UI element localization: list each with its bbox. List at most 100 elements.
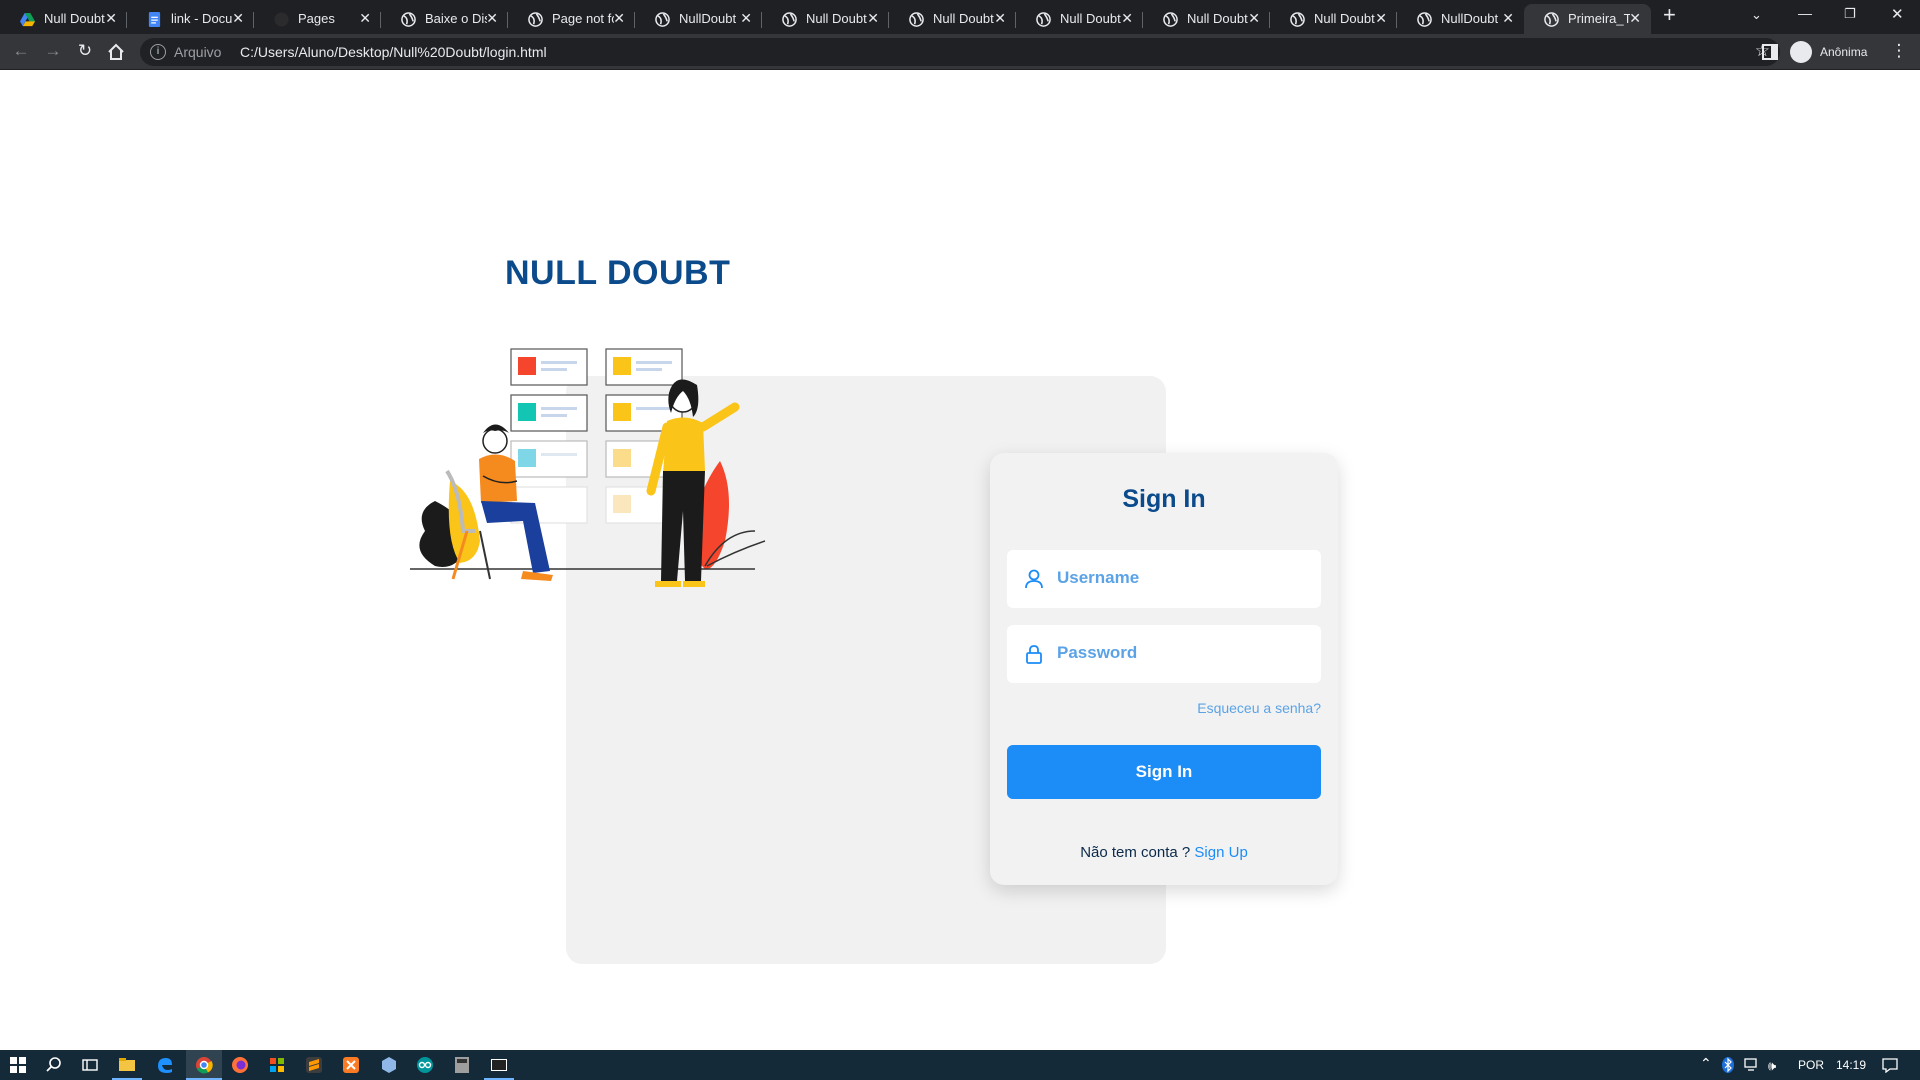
side-panel-icon[interactable] [1762,44,1778,60]
close-tab-icon[interactable]: ✕ [105,10,117,27]
task-view-icon[interactable] [81,1056,99,1074]
back-arrow-icon[interactable]: ← [10,40,32,62]
close-tab-icon[interactable]: ✕ [740,10,752,27]
minimize-icon[interactable]: — [1798,5,1812,21]
virtualbox-icon[interactable] [380,1056,398,1074]
forgot-password-link[interactable]: Esqueceu a senha? [1197,700,1321,716]
close-tab-icon[interactable]: ✕ [1629,10,1641,27]
site-info-icon[interactable]: i [150,44,166,60]
new-tab-plus-icon[interactable]: + [1663,2,1676,28]
forward-arrow-icon[interactable]: → [42,40,64,62]
sign-up-link[interactable]: Sign Up [1194,844,1247,861]
notifications-icon[interactable] [1882,1057,1898,1073]
tab-7[interactable]: Null Doubt ✕ [762,4,889,34]
menu-kebab-icon[interactable]: ⋮ [1888,40,1910,62]
address-url[interactable]: C:/Users/Aluno/Desktop/Null%20Doubt/logi… [240,44,547,60]
arduino-icon[interactable] [416,1056,434,1074]
windows-taskbar: ⌃ 🕪 POR 14:19 [0,1050,1920,1080]
close-tab-icon[interactable]: ✕ [232,10,244,27]
people-illustration [410,348,766,587]
globe-icon [1290,12,1305,27]
tab-title: Null Doubt [1060,11,1121,26]
tab-11[interactable]: Null Doubt ✕ [1270,4,1397,34]
tab-1[interactable]: Null Doubt ✕ [0,4,127,34]
tab-search-chevron-icon[interactable]: ⌄ [1751,7,1762,23]
tab-title: Pages [298,11,335,26]
tab-12[interactable]: NullDoubt ✕ [1397,4,1524,34]
username-placeholder: Username [1057,568,1140,587]
user-icon [1025,569,1043,589]
chrome-icon[interactable] [195,1056,213,1074]
close-tab-icon[interactable]: ✕ [1375,10,1387,27]
google-docs-icon [148,12,161,27]
close-tab-icon[interactable]: ✕ [1248,10,1260,27]
reload-icon[interactable]: ↻ [74,40,96,62]
windows-start-icon[interactable] [9,1056,27,1074]
tab-title: Null Doubt [806,11,867,26]
browser-tab-strip: Null Doubt ✕ link - Docum ✕ Pages ✕ Baix… [0,0,1920,34]
incognito-icon [1790,41,1812,63]
brand-title: NULL DOUBT [505,254,731,292]
input-language[interactable]: POR [1798,1058,1824,1072]
sign-in-button[interactable]: Sign In [1007,745,1321,799]
bluetooth-icon[interactable] [1722,1057,1734,1073]
tab-2[interactable]: link - Docum ✕ [127,4,254,34]
password-field[interactable]: Password [1007,625,1321,683]
close-tab-icon[interactable]: ✕ [994,10,1006,27]
tab-4[interactable]: Baixe o Disc ✕ [381,4,508,34]
incognito-profile-button[interactable]: Anônima [1790,40,1867,64]
close-tab-icon[interactable]: ✕ [1502,10,1514,27]
github-icon [274,12,289,27]
home-icon[interactable] [106,42,126,62]
login-card: Sign In Username Password Esqueceu a sen… [990,453,1338,885]
close-tab-icon[interactable]: ✕ [613,10,625,27]
7zip-icon[interactable] [490,1056,508,1074]
address-bar[interactable]: i Arquivo C:/Users/Aluno/Desktop/Null%20… [140,38,1780,66]
tab-3[interactable]: Pages ✕ [254,4,381,34]
tab-13-active[interactable]: Primeira_Te ✕ [1524,4,1651,34]
username-field[interactable]: Username [1007,550,1321,608]
tab-9[interactable]: Null Doubt ✕ [1016,4,1143,34]
lock-icon [1026,645,1042,664]
browser-toolbar: ← → ↻ i Arquivo C:/Users/Aluno/Desktop/N… [0,34,1920,70]
tab-6[interactable]: NullDoubt ✕ [635,4,762,34]
profile-label: Anônima [1820,45,1868,59]
globe-icon [782,12,797,27]
page-viewport: NULL DOUBT Sign In Username Password Esq… [0,71,1920,1050]
volume-icon[interactable]: 🕪 [1768,1058,1776,1074]
calculator-icon[interactable] [453,1056,471,1074]
xampp-icon[interactable] [342,1056,360,1074]
tab-title: link - Docum [171,11,233,26]
tab-5[interactable]: Page not fo ✕ [508,4,635,34]
globe-icon [1036,12,1051,27]
show-hidden-icons-icon[interactable]: ⌃ [1700,1055,1712,1072]
microsoft-store-icon[interactable] [268,1056,286,1074]
restore-icon[interactable]: ❐ [1844,6,1856,22]
sublime-text-icon[interactable] [305,1056,323,1074]
system-tray: ⌃ 🕪 POR 14:19 [1700,1050,1920,1080]
edge-icon[interactable] [156,1056,174,1074]
tab-title: Null Doubt [933,11,994,26]
clock-time[interactable]: 14:19 [1836,1058,1866,1072]
globe-icon [1417,12,1432,27]
tab-10[interactable]: Null Doubt ✕ [1143,4,1270,34]
close-tab-icon[interactable]: ✕ [486,10,498,27]
tab-title: Null Doubt [1314,11,1375,26]
network-icon[interactable] [1744,1058,1760,1072]
task-cards [510,348,683,524]
close-window-icon[interactable]: ✕ [1891,5,1904,23]
globe-icon [909,12,924,27]
globe-icon [655,12,670,27]
globe-icon [1163,12,1178,27]
tab-title: Baixe o Disc [425,11,487,26]
file-explorer-icon[interactable] [118,1056,136,1074]
search-icon[interactable] [45,1056,63,1074]
globe-icon [528,12,543,27]
firefox-icon[interactable] [231,1056,249,1074]
tab-8[interactable]: Null Doubt ✕ [889,4,1016,34]
close-tab-icon[interactable]: ✕ [1121,10,1133,27]
tab-title: Null Doubt [1187,11,1248,26]
close-tab-icon[interactable]: ✕ [867,10,879,27]
close-tab-icon[interactable]: ✕ [359,10,371,27]
tab-title: Null Doubt [44,11,105,26]
